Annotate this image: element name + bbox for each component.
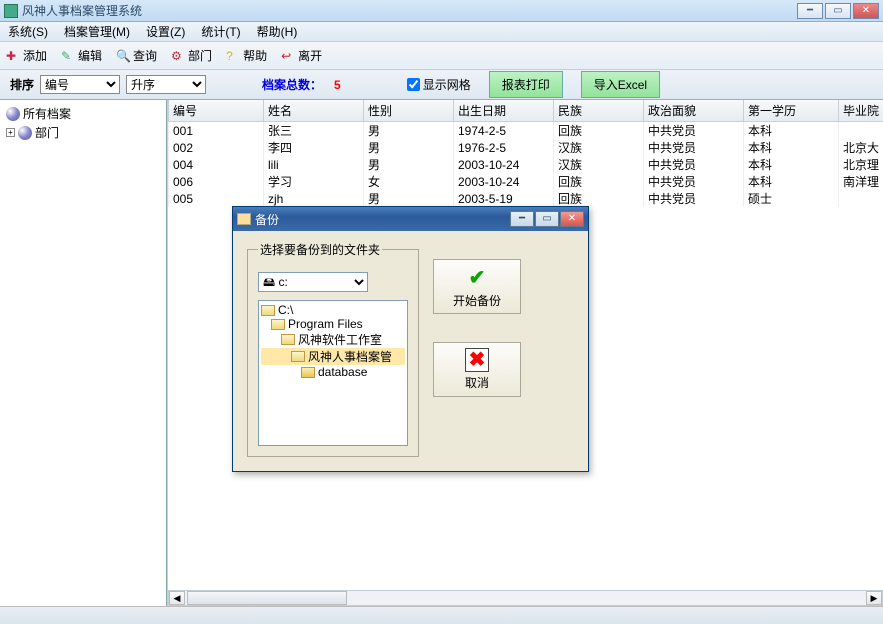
menu-settings[interactable]: 设置(Z) [142,22,189,41]
plus-icon[interactable]: + [6,128,15,137]
table-row[interactable]: 001张三男1974-2-5回族中共党员本科 [169,122,883,140]
menu-help[interactable]: 帮助(H) [253,22,302,41]
table-row[interactable]: 002李四男1976-2-5汉族中共党员本科北京大 [169,139,883,156]
sort-order-select[interactable]: 升序 [126,75,206,94]
menu-system[interactable]: 系统(S) [4,22,52,41]
sort-label: 排序 [10,76,34,93]
dialog-title: 备份 [255,211,279,228]
window-title: 风神人事档案管理系统 [22,2,142,19]
folder-item[interactable]: C:\ [261,303,405,317]
help-icon: ? [226,49,240,63]
col-header[interactable]: 民族 [554,100,644,122]
add-button[interactable]: ✚添加 [6,47,47,64]
folder-item[interactable]: 风神软件工作室 [261,331,405,348]
sort-field-select[interactable]: 编号 [40,75,120,94]
menu-bar: 系统(S) 档案管理(M) 设置(Z) 统计(T) 帮助(H) [0,22,883,42]
tree-dept[interactable]: +部门 [4,123,162,142]
col-header[interactable]: 政治面貌 [644,100,744,122]
dialog-folder-icon [237,213,251,225]
exit-icon: ↩ [281,49,295,63]
x-icon: ✖ [465,348,489,372]
excel-button[interactable]: 导入Excel [581,71,660,98]
status-bar [0,606,883,624]
search-icon: 🔍 [116,49,130,63]
cancel-button[interactable]: ✖ 取消 [433,342,521,397]
dialog-close-button[interactable]: ✕ [560,211,584,227]
horizontal-scrollbar[interactable]: ◀ ▶ [168,590,883,606]
menu-stats[interactable]: 统计(T) [197,22,244,41]
total-count: 5 [334,78,341,92]
folder-item[interactable]: database [261,365,405,379]
table-row[interactable]: 005zjh男2003-5-19回族中共党员硕士 [169,190,883,207]
folder-icon [301,367,315,378]
col-header[interactable]: 编号 [169,100,264,122]
col-header[interactable]: 性别 [364,100,454,122]
search-button[interactable]: 🔍查询 [116,47,157,64]
close-button[interactable]: ✕ [853,3,879,19]
toolbar: ✚添加 ✎编辑 🔍查询 ⚙部门 ?帮助 ↩离开 [0,42,883,70]
dialog-group-label: 选择要备份到的文件夹 [258,241,382,258]
drive-select[interactable]: 🖴 c: [258,272,368,292]
add-icon: ✚ [6,49,20,63]
scroll-right-icon[interactable]: ▶ [866,591,882,605]
scroll-left-icon[interactable]: ◀ [169,591,185,605]
folder-icon [271,319,285,330]
col-header[interactable]: 毕业院 [839,100,883,122]
edit-button[interactable]: ✎编辑 [61,47,102,64]
tree-all[interactable]: 所有档案 [4,104,162,123]
show-grid-checkbox[interactable]: 显示网格 [407,76,471,93]
folder-icon [291,351,305,362]
folder-icon [261,305,275,316]
backup-dialog: 备份 ━ ▭ ✕ 选择要备份到的文件夹 🖴 c: C:\Program File… [232,206,589,472]
menu-archive[interactable]: 档案管理(M) [60,22,134,41]
dialog-minimize-button[interactable]: ━ [510,211,534,227]
help-button[interactable]: ?帮助 [226,47,267,64]
start-backup-button[interactable]: ✔ 开始备份 [433,259,521,314]
col-header[interactable]: 姓名 [264,100,364,122]
dialog-maximize-button[interactable]: ▭ [535,211,559,227]
table-row[interactable]: 004lili男2003-10-24汉族中共党员本科北京理 [169,156,883,173]
tree-sidebar: 所有档案 +部门 [0,100,167,606]
minimize-button[interactable]: ━ [797,3,823,19]
folder-icon [281,334,295,345]
print-button[interactable]: 报表打印 [489,71,563,98]
dept-button[interactable]: ⚙部门 [171,47,212,64]
col-header[interactable]: 第一学历 [744,100,839,122]
col-header[interactable]: 出生日期 [454,100,554,122]
ball-icon [18,126,32,140]
filter-bar: 排序 编号 升序 档案总数： 5 显示网格 报表打印 导入Excel [0,70,883,100]
app-icon [4,4,18,18]
folder-list[interactable]: C:\Program Files风神软件工作室风神人事档案管database [258,300,408,446]
exit-button[interactable]: ↩离开 [281,47,322,64]
ball-icon [6,107,20,121]
edit-icon: ✎ [61,49,75,63]
maximize-button[interactable]: ▭ [825,3,851,19]
total-label: 档案总数： [262,76,322,93]
dept-icon: ⚙ [171,49,185,63]
check-icon: ✔ [469,265,486,290]
folder-item[interactable]: Program Files [261,317,405,331]
folder-item[interactable]: 风神人事档案管 [261,348,405,365]
table-row[interactable]: 006学习女2003-10-24回族中共党员本科南洋理 [169,173,883,190]
scroll-thumb[interactable] [187,591,347,605]
